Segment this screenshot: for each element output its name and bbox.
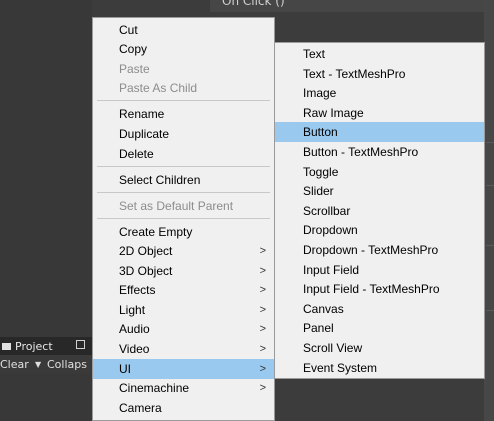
menu-item-video[interactable]: Video > xyxy=(93,339,274,359)
menu-item-set-default-parent: Set as Default Parent xyxy=(119,199,234,213)
submenu-item-image[interactable]: Image xyxy=(275,83,484,103)
menu-item-paste: Paste xyxy=(119,62,150,76)
menu-item-cut[interactable]: Cut xyxy=(93,20,274,40)
submenu-arrow-icon: > xyxy=(259,323,266,335)
submenu-item-slider[interactable]: Slider xyxy=(275,181,484,201)
onclick-event-label: On Click () xyxy=(222,0,285,8)
menu-item-delete[interactable]: Delete xyxy=(93,144,274,164)
menu-item-create-empty[interactable]: Create Empty xyxy=(93,222,274,242)
submenu-item-button-textmeshpro[interactable]: Button - TextMeshPro xyxy=(275,142,484,162)
menu-item-ui[interactable]: UI > xyxy=(93,359,274,379)
submenu-arrow-icon: > xyxy=(259,363,266,375)
menu-separator xyxy=(97,166,270,167)
menu-item-3d-object[interactable]: 3D Object > xyxy=(93,261,274,281)
inspector-divider xyxy=(486,310,494,311)
submenu-item-scroll-view[interactable]: Scroll View xyxy=(275,338,484,358)
console-icon[interactable] xyxy=(76,340,85,349)
menu-item-audio[interactable]: Audio > xyxy=(93,319,274,339)
menu-item-paste-as-child: Paste As Child xyxy=(119,81,198,95)
menu-item-effects[interactable]: Effects > xyxy=(93,280,274,300)
folder-icon xyxy=(2,343,11,350)
menu-separator xyxy=(97,100,270,101)
menu-item-copy[interactable]: Copy xyxy=(93,39,274,59)
submenu-item-text-textmeshpro[interactable]: Text - TextMeshPro xyxy=(275,64,484,84)
submenu-arrow-icon: > xyxy=(259,245,266,257)
submenu-item-dropdown-textmeshpro[interactable]: Dropdown - TextMeshPro xyxy=(275,240,484,260)
submenu-arrow-icon: > xyxy=(259,265,266,277)
menu-item-camera[interactable]: Camera xyxy=(93,398,274,418)
context-menu: Cut Copy Paste Paste As Child Rename Dup… xyxy=(92,17,275,421)
submenu-arrow-icon: > xyxy=(259,304,266,316)
menu-item-rename[interactable]: Rename xyxy=(93,104,274,124)
inspector-divider xyxy=(486,142,494,143)
submenu-item-canvas[interactable]: Canvas xyxy=(275,299,484,319)
project-tab-label: Project xyxy=(15,340,53,353)
submenu-arrow-icon: > xyxy=(259,343,266,355)
submenu-arrow-icon: > xyxy=(259,382,266,394)
submenu-item-raw-image[interactable]: Raw Image xyxy=(275,103,484,123)
clear-dropdown-caret-icon[interactable]: ▼ xyxy=(35,360,41,369)
menu-item-duplicate[interactable]: Duplicate xyxy=(93,124,274,144)
menu-separator xyxy=(97,192,270,193)
submenu-item-button[interactable]: Button xyxy=(275,122,484,142)
submenu-item-panel[interactable]: Panel xyxy=(275,318,484,338)
collapse-button[interactable]: Collaps xyxy=(47,358,87,371)
submenu-item-scrollbar[interactable]: Scrollbar xyxy=(275,201,484,221)
menu-item-light[interactable]: Light > xyxy=(93,300,274,320)
ui-submenu: Text Text - TextMeshPro Image Raw Image … xyxy=(274,42,485,379)
submenu-item-toggle[interactable]: Toggle xyxy=(275,162,484,182)
clear-button[interactable]: Clear xyxy=(0,358,29,371)
menu-item-cinemachine[interactable]: Cinemachine > xyxy=(93,378,274,398)
submenu-item-input-field-textmeshpro[interactable]: Input Field - TextMeshPro xyxy=(275,279,484,299)
submenu-arrow-icon: > xyxy=(259,284,266,296)
submenu-item-event-system[interactable]: Event System xyxy=(275,358,484,378)
inspector-divider xyxy=(486,245,494,246)
inspector-divider xyxy=(486,185,494,186)
submenu-item-text[interactable]: Text xyxy=(275,44,484,64)
submenu-item-dropdown[interactable]: Dropdown xyxy=(275,220,484,240)
submenu-item-input-field[interactable]: Input Field xyxy=(275,260,484,280)
inspector-panel-edge xyxy=(484,0,494,421)
menu-item-2d-object[interactable]: 2D Object > xyxy=(93,241,274,261)
menu-separator xyxy=(97,218,270,219)
project-tab[interactable]: Project xyxy=(2,340,53,353)
menu-item-select-children[interactable]: Select Children xyxy=(93,170,274,190)
